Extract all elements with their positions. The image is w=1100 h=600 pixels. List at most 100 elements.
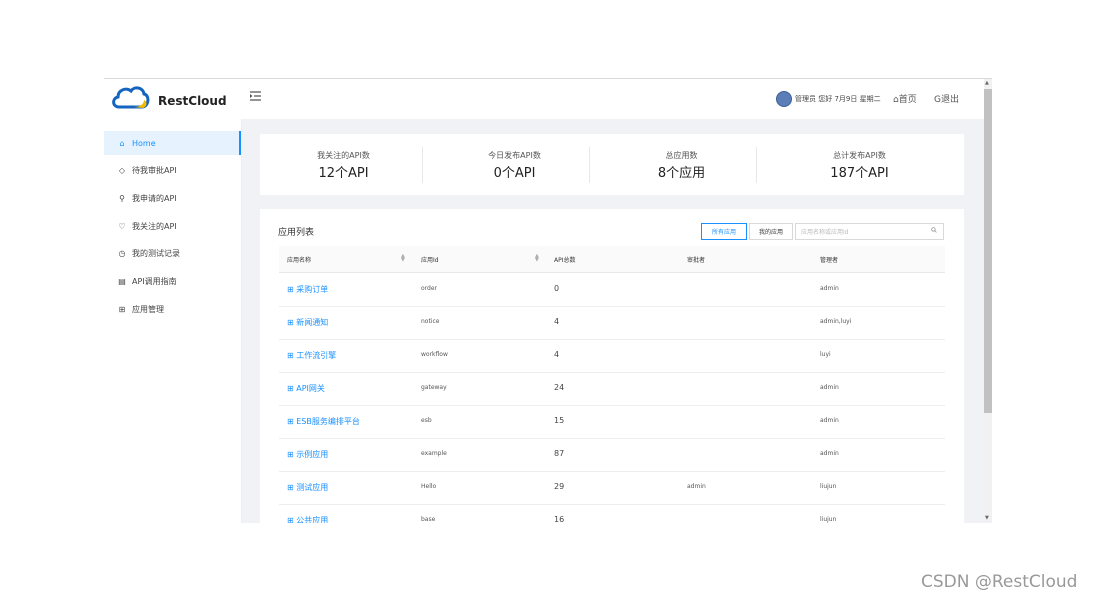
table-row: ⊞ 示例应用 example 87 admin <box>279 438 945 472</box>
app-id: gateway <box>421 384 447 391</box>
app-list-title: 应用列表 <box>278 228 315 238</box>
search-icon[interactable] <box>931 227 937 233</box>
app-name-link[interactable]: ⊞ 工作流引擎 <box>287 350 336 361</box>
brand-name: RestCloud <box>158 94 227 108</box>
column-header-name[interactable]: 应用名称 <box>287 255 311 264</box>
app-grid-icon: ⊞ <box>287 417 297 426</box>
stat-value: 8个应用 <box>657 166 706 181</box>
sidebar-item-0[interactable]: ⌂ Home <box>104 131 241 155</box>
user-greeting: 管理员 您好 7月9日 星期二 <box>795 95 881 103</box>
top-bar: RestCloud 管理员 您好 7月9日 星期二 ⌂首页 G退出 <box>104 79 984 119</box>
restcloud-logo[interactable]: RestCloud <box>110 83 227 115</box>
app-name-text: 工作流引擎 <box>296 351 337 360</box>
user-info[interactable]: 管理员 您好 7月9日 星期二 <box>776 90 881 108</box>
app-grid-icon: ⊞ <box>287 483 297 492</box>
grid-icon: ⊞ <box>118 304 126 314</box>
sidebar-item-6[interactable]: ⊞ 应用管理 <box>104 297 241 321</box>
column-header-id[interactable]: 应用Id <box>421 255 439 264</box>
divider <box>756 147 757 183</box>
app-list-card: 应用列表 所有应用 我的应用 应用名称 ▲▼ 应用Id ▲▼ API总数 审批者… <box>260 209 964 523</box>
app-grid-icon: ⊞ <box>287 318 297 327</box>
tag-icon: ◇ <box>118 166 126 176</box>
column-header-manager: 管理者 <box>820 257 839 264</box>
api-total: 0 <box>554 284 560 293</box>
api-total: 24 <box>554 383 565 392</box>
heart-icon: ♡ <box>118 221 126 231</box>
sidebar-item-label: 我的测试记录 <box>132 249 180 259</box>
stat-value: 12个API <box>318 166 369 181</box>
clock-icon: ◷ <box>118 249 126 259</box>
sidebar-item-1[interactable]: ◇ 待我审批API <box>104 159 241 183</box>
app-name-link[interactable]: ⊞ 示例应用 <box>287 449 328 460</box>
sidebar-item-4[interactable]: ◷ 我的测试记录 <box>104 242 241 266</box>
app-name-text: API网关 <box>296 384 325 393</box>
manager: admin,luyi <box>820 318 852 325</box>
scroll-thumb[interactable] <box>984 89 992 413</box>
sidebar-item-5[interactable]: ▤ API调用指南 <box>104 270 241 294</box>
table-row: ⊞ 采购订单 order 0 admin <box>279 273 945 307</box>
app-name-link[interactable]: ⊞ 采购订单 <box>287 284 328 295</box>
table-header: 应用名称 ▲ ▼ 应用Id ▲ ▼ API总数 审批者 管理者 <box>279 246 945 273</box>
api-total: 4 <box>554 350 560 359</box>
document-icon: ▤ <box>118 277 126 286</box>
sidebar-item-label: 待我审批API <box>132 166 177 176</box>
app-id: esb <box>421 417 432 424</box>
sidebar-item-label: 我关注的API <box>132 221 177 231</box>
scroll-up-icon[interactable]: ▲ <box>985 80 989 86</box>
app-name-text: 公共应用 <box>296 516 329 523</box>
app-name-text: 采购订单 <box>296 285 329 294</box>
watermark: CSDN @RestCloud <box>921 572 1078 592</box>
app-id: Hello <box>421 483 437 490</box>
menu-fold-icon[interactable] <box>250 90 261 104</box>
manager: admin <box>820 417 839 424</box>
home-icon: ⌂ <box>119 138 125 148</box>
app-name-link[interactable]: ⊞ 新闻通知 <box>287 317 328 328</box>
app-name-text: ESB服务编排平台 <box>296 417 360 426</box>
app-name-link[interactable]: ⊞ ESB服务编排平台 <box>287 416 360 427</box>
app-id: base <box>421 516 436 523</box>
search-box <box>795 223 944 240</box>
app-name-text: 新闻通知 <box>296 318 329 327</box>
sidebar-item-label: Home <box>132 138 156 148</box>
table-row: ⊞ 工作流引擎 workflow 4 luyi <box>279 339 945 373</box>
divider <box>422 147 423 183</box>
logout-link[interactable]: G退出 <box>934 92 959 105</box>
home-link[interactable]: ⌂首页 <box>893 92 917 105</box>
stat-today-published: 今日发布API数 0个API <box>431 134 598 195</box>
sidebar-item-label: 我申请的API <box>132 193 177 203</box>
app-name-link[interactable]: ⊞ 公共应用 <box>287 515 328 523</box>
app-grid-icon: ⊞ <box>287 384 297 393</box>
manager: luyi <box>820 351 831 358</box>
app-name-link[interactable]: ⊞ 测试应用 <box>287 482 328 493</box>
sidebar-item-2[interactable]: ⚲ 我申请的API <box>104 186 241 210</box>
manager: liujun <box>820 483 837 490</box>
stat-followed-apis: 我关注的API数 12个API <box>260 134 427 195</box>
search-input[interactable] <box>801 227 926 237</box>
approver: admin <box>687 483 706 490</box>
app-id: notice <box>421 318 440 325</box>
table-row: ⊞ 测试应用 Hello 29 admin liujun <box>279 471 945 505</box>
column-header-approver: 审批者 <box>687 257 706 264</box>
scroll-down-icon[interactable]: ▼ <box>985 515 989 521</box>
scrollbar[interactable]: ▲ ▼ <box>984 79 992 523</box>
link-icon: ⚲ <box>119 193 125 203</box>
app-id: order <box>421 285 437 292</box>
sidebar-item-3[interactable]: ♡ 我关注的API <box>104 214 241 238</box>
all-apps-button[interactable]: 所有应用 <box>701 223 747 240</box>
table-row: ⊞ 公共应用 base 16 liujun <box>279 504 945 523</box>
app-grid-icon: ⊞ <box>287 351 297 360</box>
my-apps-button[interactable]: 我的应用 <box>749 223 793 240</box>
sort-icon[interactable]: ▲ ▼ <box>535 254 539 263</box>
stat-label: 今日发布API数 <box>488 151 541 160</box>
table-row: ⊞ 新闻通知 notice 4 admin,luyi <box>279 306 945 340</box>
app-name-link[interactable]: ⊞ API网关 <box>287 383 325 394</box>
sort-icon[interactable]: ▲ ▼ <box>401 254 405 263</box>
column-header-total: API总数 <box>554 257 576 264</box>
stat-total-apps: 总应用数 8个应用 <box>598 134 765 195</box>
manager: admin <box>820 384 839 391</box>
manager: liujun <box>820 516 837 523</box>
app-id: example <box>421 450 447 457</box>
app-name-text: 示例应用 <box>296 450 329 459</box>
api-total: 15 <box>554 416 565 425</box>
main-content: 我关注的API数 12个API 今日发布API数 0个API 总应用数 8个应用… <box>241 119 984 523</box>
